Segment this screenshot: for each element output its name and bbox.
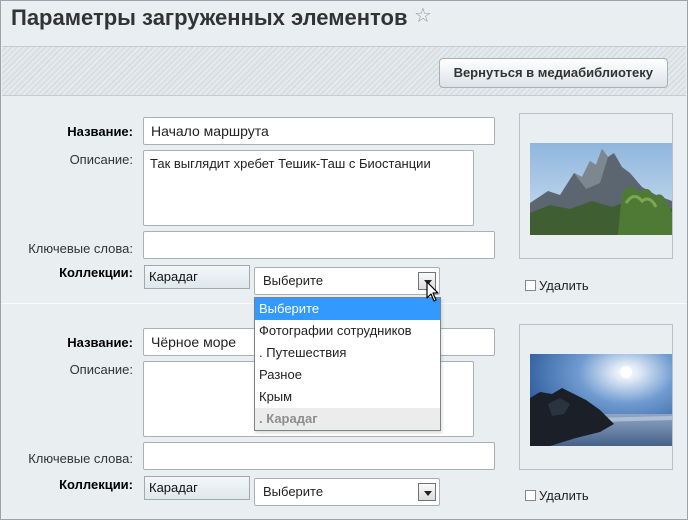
delete-checkbox[interactable] xyxy=(525,490,536,501)
collection-tag[interactable]: Карадаг xyxy=(144,476,250,500)
dropdown-option-disabled: . Карадаг xyxy=(255,408,440,430)
thumbnail-frame xyxy=(519,113,673,259)
name-label: Название: xyxy=(67,335,133,350)
keywords-label: Ключевые слова: xyxy=(28,241,133,256)
delete-label: Удалить xyxy=(539,488,589,503)
name-label: Название: xyxy=(67,124,133,139)
description-textarea[interactable]: Так выглядит хребет Тешик-Таш с Биостанц… xyxy=(143,150,474,226)
dropdown-option[interactable]: Выберите xyxy=(255,298,440,320)
title-bar: Параметры загруженных элементов ☆ xyxy=(1,1,687,43)
keywords-input[interactable] xyxy=(143,231,495,259)
description-label: Описание: xyxy=(69,362,133,377)
upload-params-window: Параметры загруженных элементов ☆ Вернут… xyxy=(0,0,688,520)
mouse-cursor-icon xyxy=(426,281,439,302)
favorite-star-icon[interactable]: ☆ xyxy=(414,5,432,27)
delete-label: Удалить xyxy=(539,278,589,293)
dropdown-option[interactable]: Разное xyxy=(255,364,440,386)
collection-select-value: Выберите xyxy=(263,484,324,499)
description-label: Описание: xyxy=(69,152,133,167)
collection-tag[interactable]: Карадаг xyxy=(144,265,250,289)
collection-dropdown-list[interactable]: Выберите Фотографии сотрудников . Путеше… xyxy=(254,297,441,431)
sea-photo-thumbnail xyxy=(530,354,672,446)
description-text: Так выглядит хребет Тешик-Таш с Биостанц… xyxy=(150,156,431,171)
toolbar: Вернуться в медиабиблиотеку xyxy=(2,46,686,96)
dropdown-option[interactable]: Фотографии сотрудников xyxy=(255,320,440,342)
keywords-input[interactable] xyxy=(143,442,495,470)
collection-select[interactable]: Выберите xyxy=(254,478,440,506)
collection-select-value: Выберите xyxy=(263,273,324,288)
delete-checkbox-row[interactable]: Удалить xyxy=(525,488,589,503)
dropdown-option[interactable]: . Путешествия xyxy=(255,342,440,364)
collections-label: Коллекции: xyxy=(59,265,133,280)
mountain-photo-thumbnail xyxy=(530,143,672,235)
delete-checkbox-row[interactable]: Удалить xyxy=(525,278,589,293)
page-title: Параметры загруженных элементов xyxy=(11,5,408,30)
thumbnail-frame xyxy=(519,324,673,470)
keywords-label: Ключевые слова: xyxy=(28,451,133,466)
collection-select[interactable]: Выберите xyxy=(254,267,440,295)
name-input[interactable]: Начало маршрута xyxy=(143,117,495,145)
back-to-medialibrary-button[interactable]: Вернуться в медиабиблиотеку xyxy=(438,58,668,88)
delete-checkbox[interactable] xyxy=(525,280,536,291)
dropdown-option[interactable]: Крым xyxy=(255,386,440,408)
collections-label: Коллекции: xyxy=(59,477,133,492)
chevron-down-icon[interactable] xyxy=(418,483,436,501)
